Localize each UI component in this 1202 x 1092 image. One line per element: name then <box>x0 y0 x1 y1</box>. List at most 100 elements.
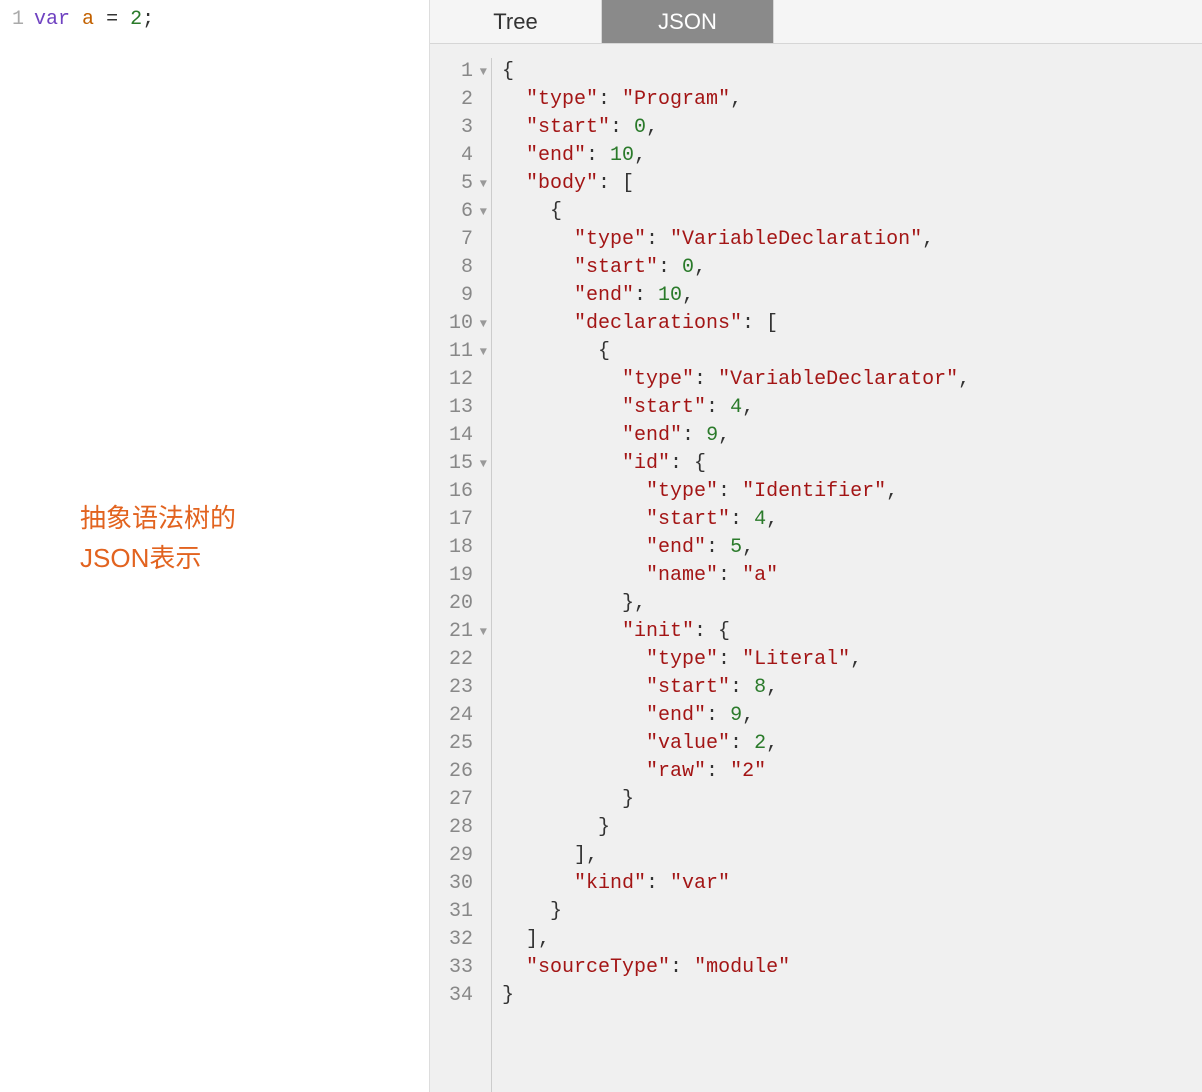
json-line-number: 21▼ <box>430 618 487 646</box>
json-punct: , <box>766 508 778 531</box>
json-line: "type": "VariableDeclarator", <box>502 366 1202 394</box>
source-code[interactable]: var a = 2; <box>34 8 429 31</box>
json-number: 8 <box>754 676 766 699</box>
json-line: { <box>502 338 1202 366</box>
json-key: "type" <box>646 480 718 503</box>
json-line: } <box>502 786 1202 814</box>
json-line: "init": { <box>502 618 1202 646</box>
json-punct: : <box>682 424 706 447</box>
json-punct: : <box>706 396 730 419</box>
fold-toggle-icon[interactable]: ▼ <box>477 58 487 86</box>
json-key: "type" <box>574 228 646 251</box>
json-punct: ], <box>526 928 550 951</box>
token-operator: = <box>106 8 118 31</box>
json-number: 9 <box>706 424 718 447</box>
json-line-number: 32 <box>430 926 487 954</box>
json-punct: } <box>622 788 634 811</box>
json-line-number: 9 <box>430 282 487 310</box>
json-line-number: 25 <box>430 730 487 758</box>
json-line-number: 2 <box>430 86 487 114</box>
json-punct: : <box>718 564 742 587</box>
json-line: "start": 4, <box>502 394 1202 422</box>
json-punct: ], <box>574 844 598 867</box>
json-punct: : { <box>670 452 706 475</box>
tab-tree[interactable]: Tree <box>430 0 602 43</box>
annotation-line1: 抽象语法树的 <box>80 498 236 538</box>
json-line: "sourceType": "module" <box>502 954 1202 982</box>
json-line: "start": 0, <box>502 114 1202 142</box>
json-punct: { <box>550 200 562 223</box>
fold-toggle-icon[interactable]: ▼ <box>477 338 487 366</box>
json-line: } <box>502 982 1202 1010</box>
json-line-number: 7 <box>430 226 487 254</box>
json-punct: : <box>634 284 658 307</box>
json-line-number: 19 <box>430 562 487 590</box>
json-line-number: 16 <box>430 478 487 506</box>
json-line-number: 4 <box>430 142 487 170</box>
json-string: "module" <box>694 956 790 979</box>
json-key: "end" <box>646 704 706 727</box>
fold-toggle-icon[interactable]: ▼ <box>477 310 487 338</box>
json-punct: : [ <box>598 172 634 195</box>
json-punct: , <box>742 396 754 419</box>
json-punct: : <box>706 536 730 559</box>
fold-toggle-icon[interactable]: ▼ <box>477 170 487 198</box>
annotation-label: 抽象语法树的 JSON表示 <box>80 498 236 579</box>
fold-toggle-icon[interactable]: ▼ <box>477 198 487 226</box>
token-number: 2 <box>130 8 142 31</box>
json-line: "start": 0, <box>502 254 1202 282</box>
source-editor[interactable]: 1 var a = 2; <box>0 0 429 31</box>
json-line: "id": { <box>502 450 1202 478</box>
fold-toggle-icon[interactable]: ▼ <box>477 618 487 646</box>
json-punct: : <box>646 228 670 251</box>
json-editor[interactable]: 1▼2345▼6▼78910▼11▼12131415▼161718192021▼… <box>430 44 1202 1092</box>
json-number: 4 <box>730 396 742 419</box>
json-punct: : <box>586 144 610 167</box>
ast-pane: Tree JSON 1▼2345▼6▼78910▼11▼12131415▼161… <box>430 0 1202 1092</box>
json-number: 0 <box>634 116 646 139</box>
fold-toggle-icon[interactable]: ▼ <box>477 450 487 478</box>
json-string: "VariableDeclarator" <box>718 368 958 391</box>
json-code[interactable]: { "type": "Program", "start": 0, "end": … <box>492 58 1202 1092</box>
json-punct: : <box>658 256 682 279</box>
json-punct: , <box>886 480 898 503</box>
json-punct: : <box>670 956 694 979</box>
json-punct: }, <box>622 592 646 615</box>
json-punct: , <box>730 88 742 111</box>
json-key: "name" <box>646 564 718 587</box>
json-key: "declarations" <box>574 312 742 335</box>
json-line: "raw": "2" <box>502 758 1202 786</box>
json-punct: : <box>730 508 754 531</box>
json-punct: , <box>682 284 694 307</box>
json-line: } <box>502 814 1202 842</box>
json-key: "end" <box>526 144 586 167</box>
json-punct: , <box>646 116 658 139</box>
json-string: "Literal" <box>742 648 850 671</box>
json-key: "start" <box>646 508 730 531</box>
tab-json[interactable]: JSON <box>602 0 774 43</box>
json-line-number: 31 <box>430 898 487 926</box>
json-punct: , <box>634 144 646 167</box>
json-line-number: 8 <box>430 254 487 282</box>
json-key: "end" <box>622 424 682 447</box>
json-string: "VariableDeclaration" <box>670 228 922 251</box>
json-line: { <box>502 58 1202 86</box>
json-punct: : <box>706 760 730 783</box>
json-line: "body": [ <box>502 170 1202 198</box>
json-line: "type": "Literal", <box>502 646 1202 674</box>
json-gutter: 1▼2345▼6▼78910▼11▼12131415▼161718192021▼… <box>430 58 492 1092</box>
json-line-number: 18 <box>430 534 487 562</box>
json-line: "type": "Program", <box>502 86 1202 114</box>
json-line: "end": 9, <box>502 702 1202 730</box>
json-key: "type" <box>526 88 598 111</box>
tab-bar: Tree JSON <box>430 0 1202 44</box>
json-key: "kind" <box>574 872 646 895</box>
json-punct: : <box>718 648 742 671</box>
json-line-number: 24 <box>430 702 487 730</box>
json-punct: , <box>766 732 778 755</box>
annotation-line2: JSON表示 <box>80 538 236 578</box>
json-line-number: 13 <box>430 394 487 422</box>
json-punct: , <box>958 368 970 391</box>
json-string: "var" <box>670 872 730 895</box>
json-line-number: 27 <box>430 786 487 814</box>
